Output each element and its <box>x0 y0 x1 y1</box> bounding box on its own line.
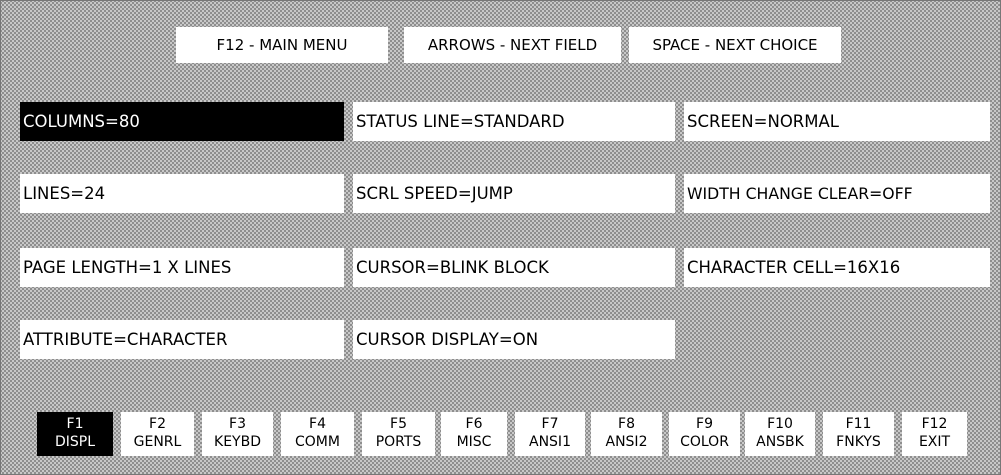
hint-next-choice: SPACE - NEXT CHOICE <box>629 27 841 63</box>
fkey-f5[interactable]: F5 PORTS <box>362 412 435 456</box>
fkey-f1[interactable]: F1 DISPL <box>37 412 113 456</box>
field-status-line[interactable]: STATUS LINE=STANDARD <box>353 102 675 141</box>
setup-screen: F12 - MAIN MENU ARROWS - NEXT FIELD SPAC… <box>0 0 1001 475</box>
fkey-number: F4 <box>309 416 326 432</box>
field-width-change-clear[interactable]: WIDTH CHANGE CLEAR=OFF <box>684 174 990 213</box>
hint-next-field: ARROWS - NEXT FIELD <box>404 27 621 63</box>
field-character-cell[interactable]: CHARACTER CELL=16X16 <box>684 248 990 287</box>
field-columns[interactable]: COLUMNS=80 <box>20 102 344 141</box>
fkey-number: F3 <box>229 416 246 432</box>
fkey-f10[interactable]: F10 ANSBK <box>745 412 815 456</box>
field-page-length[interactable]: PAGE LENGTH=1 X LINES <box>20 248 344 287</box>
fkey-number: F7 <box>541 416 559 432</box>
fkey-label: DISPL <box>54 434 96 450</box>
fkey-label: PORTS <box>375 434 422 450</box>
field-cursor[interactable]: CURSOR=BLINK BLOCK <box>353 248 675 287</box>
fkey-f8[interactable]: F8 ANSI2 <box>591 412 662 456</box>
fkey-number: F5 <box>390 416 407 432</box>
field-screen[interactable]: SCREEN=NORMAL <box>684 102 990 141</box>
field-cursor-display[interactable]: CURSOR DISPLAY=ON <box>353 320 675 359</box>
fkey-label: ANSBK <box>756 434 804 450</box>
fkey-f4[interactable]: F4 COMM <box>281 412 354 456</box>
fkey-number: F12 <box>921 416 948 432</box>
field-lines[interactable]: LINES=24 <box>20 174 344 213</box>
fkey-f2[interactable]: F2 GENRL <box>121 412 194 456</box>
fkey-label: EXIT <box>918 434 951 450</box>
field-scrl-speed[interactable]: SCRL SPEED=JUMP <box>353 174 675 213</box>
fkey-label: FNKYS <box>836 434 881 450</box>
fkey-label: ANSI2 <box>605 434 648 450</box>
fkey-number: F6 <box>465 416 483 432</box>
hint-main-menu: F12 - MAIN MENU <box>176 27 388 63</box>
fkey-label: MISC <box>456 434 492 450</box>
fkey-label: GENRL <box>133 434 182 450</box>
field-attribute[interactable]: ATTRIBUTE=CHARACTER <box>20 320 344 359</box>
fkey-label: COLOR <box>680 434 729 450</box>
fkey-f3[interactable]: F3 KEYBD <box>202 412 273 456</box>
fkey-label: COMM <box>295 434 340 450</box>
fkey-f7[interactable]: F7 ANSI1 <box>515 412 585 456</box>
fkey-f11[interactable]: F11 FNKYS <box>823 412 894 456</box>
fkey-f6[interactable]: F6 MISC <box>441 412 507 456</box>
fkey-label: ANSI1 <box>529 434 571 450</box>
fkey-number: F2 <box>149 416 166 432</box>
fkey-label: KEYBD <box>214 434 261 450</box>
fkey-number: F9 <box>696 416 713 432</box>
fkey-f9[interactable]: F9 COLOR <box>669 412 740 456</box>
fkey-number: F1 <box>66 416 84 432</box>
fkey-number: F8 <box>618 416 635 432</box>
fkey-f12[interactable]: F12 EXIT <box>902 412 967 456</box>
fkey-number: F10 <box>767 416 793 432</box>
fkey-number: F11 <box>845 416 872 432</box>
